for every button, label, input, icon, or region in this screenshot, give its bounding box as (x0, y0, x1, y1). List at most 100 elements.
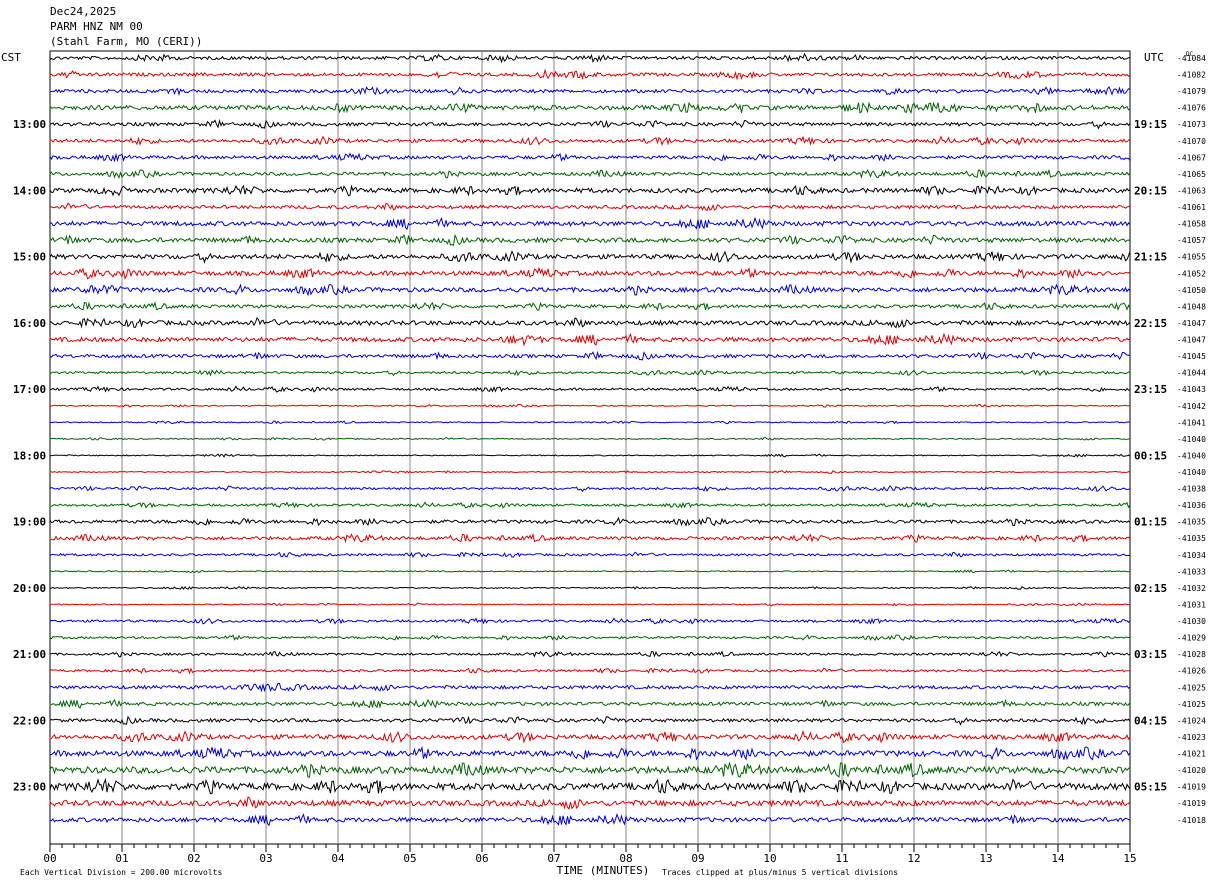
dc-offset-label: -41061 (1177, 203, 1206, 212)
utc-hour-label: 01:15 (1134, 516, 1167, 529)
dc-offset-label: -41063 (1177, 187, 1206, 196)
x-tick-label: 03 (259, 852, 272, 865)
footer-clip-note: Traces clipped at plus/minus 5 vertical … (662, 868, 898, 877)
seismic-trace (49, 812, 1131, 827)
dc-offset-label: -41047 (1177, 319, 1206, 328)
dc-offset-label: -41048 (1177, 302, 1206, 311)
seismic-trace (49, 301, 1131, 312)
utc-hour-label: 21:15 (1134, 251, 1167, 264)
dc-offset-label: -41018 (1177, 816, 1206, 825)
dc-offset-label: -41044 (1177, 369, 1206, 378)
x-tick-label: 02 (187, 852, 200, 865)
dc-offset-label: -41028 (1177, 650, 1206, 659)
seismic-trace (49, 532, 1131, 544)
dc-offset-label: -41020 (1177, 766, 1206, 775)
dc-offset-label: -41030 (1177, 617, 1206, 626)
cst-hour-label: 13:00 (13, 118, 46, 131)
seismic-trace (49, 52, 1131, 64)
x-tick-label: 11 (835, 852, 848, 865)
seismic-trace (49, 283, 1131, 297)
utc-hour-label: 19:15 (1134, 118, 1167, 131)
dc-offset-label: -41019 (1177, 783, 1206, 792)
x-tick-label: 15 (1123, 852, 1136, 865)
seismic-trace (49, 470, 1131, 474)
seismic-trace (49, 420, 1131, 425)
seismic-trace (49, 715, 1131, 726)
dc-offset-label: -41079 (1177, 87, 1206, 96)
cst-hour-label: 15:00 (13, 251, 46, 264)
seismic-trace (49, 777, 1131, 795)
seismic-trace (49, 168, 1131, 179)
seismic-trace (49, 682, 1131, 693)
seismic-trace (49, 729, 1131, 744)
x-tick-label: 09 (691, 852, 704, 865)
seismic-trace (49, 761, 1131, 778)
seismic-trace (49, 650, 1131, 658)
seismic-trace (49, 85, 1131, 97)
dc-offset-label: -41070 (1177, 137, 1206, 146)
seismic-trace (49, 745, 1131, 761)
seismogram-plot: -41084-41082-41079-41076-41073-41070-410… (1, 50, 1206, 877)
x-tick-label: 04 (331, 852, 345, 865)
dc-offset-label: -41025 (1177, 683, 1206, 692)
seismic-trace (49, 796, 1131, 810)
cst-hour-label: 20:00 (13, 582, 46, 595)
utc-hour-label: 20:15 (1134, 185, 1167, 198)
seismic-trace (49, 453, 1131, 458)
x-tick-label: 12 (907, 852, 920, 865)
dc-offset-label: -41040 (1177, 451, 1206, 460)
seismic-trace (49, 485, 1131, 493)
dc-offset-label: -41058 (1177, 220, 1206, 229)
dc-offset-label: -41029 (1177, 634, 1206, 643)
dc-offset-label: -41026 (1177, 667, 1206, 676)
trace-group (49, 52, 1131, 827)
x-tick-label: 10 (763, 852, 776, 865)
cst-hour-label: 16:00 (13, 317, 46, 330)
dc-offset-label: -41047 (1177, 336, 1206, 345)
cst-hour-label: 21:00 (13, 648, 46, 661)
seismic-trace (49, 516, 1131, 527)
dc-offset-label: -41050 (1177, 286, 1206, 295)
seismic-trace (49, 266, 1131, 280)
x-tick-label: 05 (403, 852, 416, 865)
x-tick-label: 13 (979, 852, 992, 865)
seismic-trace (49, 250, 1131, 264)
dc-offset-label: -41045 (1177, 352, 1206, 361)
x-tick-label: 01 (115, 852, 128, 865)
seismic-trace (49, 317, 1131, 329)
seismic-trace (49, 216, 1131, 231)
utc-hour-label: 02:15 (1134, 582, 1167, 595)
dc-offset-label: -41032 (1177, 584, 1206, 593)
seismic-trace (49, 501, 1131, 509)
utc-hour-label: 05:15 (1134, 781, 1167, 794)
seismic-trace (49, 403, 1130, 408)
seismic-trace (49, 617, 1131, 625)
seismic-trace (49, 602, 1130, 607)
seismic-trace (49, 585, 1131, 590)
dc-offset-label: -41019 (1177, 799, 1206, 808)
dc-offset-label: -41035 (1177, 534, 1206, 543)
dc-offset-label: -41035 (1177, 518, 1206, 527)
dc-offset-label: -41023 (1177, 733, 1206, 742)
plot-grid (49, 50, 1131, 852)
dc-offset-label: -41067 (1177, 153, 1206, 162)
seismic-trace (49, 68, 1131, 81)
dc-offset-label: -41052 (1177, 269, 1206, 278)
utc-hour-label: 03:15 (1134, 648, 1167, 661)
dc-offset-label: -41040 (1177, 435, 1206, 444)
utc-hour-label: 04:15 (1134, 714, 1167, 727)
dc-offset-label: -41021 (1177, 750, 1206, 759)
dc-offset-label: -41025 (1177, 700, 1206, 709)
dc-offset-label: -41073 (1177, 120, 1206, 129)
seismic-trace (49, 202, 1131, 212)
seismic-trace (49, 152, 1131, 163)
footer-scale-note: Each Vertical Division = 200.00 microvol… (20, 868, 222, 877)
dc-offset-label: -41055 (1177, 253, 1206, 262)
dc-offset-label: -41057 (1177, 236, 1206, 245)
seismic-trace (49, 551, 1131, 558)
dc-offset-label: -41082 (1177, 71, 1206, 80)
x-axis-title: TIME (MINUTES) (557, 864, 650, 877)
cst-hour-label: 17:00 (13, 383, 46, 396)
dc-header-label: DC (1186, 51, 1194, 58)
seismic-trace (49, 233, 1131, 246)
